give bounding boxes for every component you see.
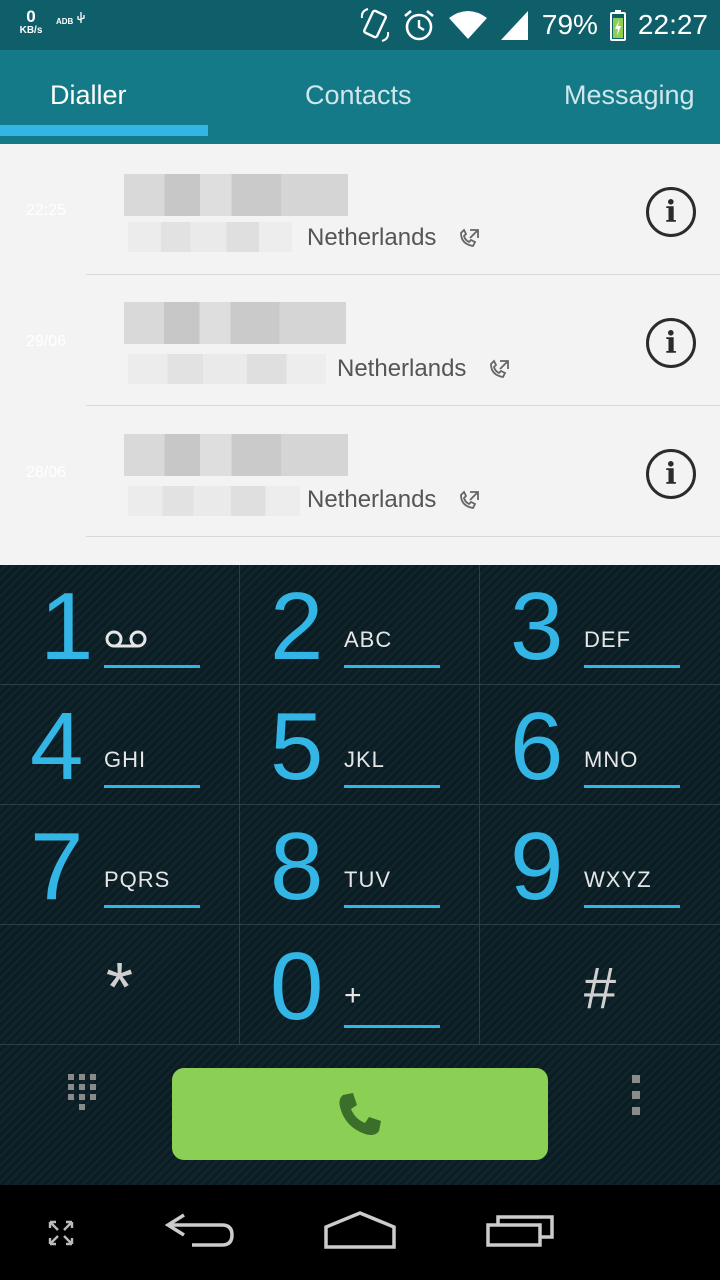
key-letters: PQRS — [104, 867, 171, 892]
call-country: Netherlands — [307, 486, 437, 513]
contact-name-redacted — [124, 174, 348, 216]
key-5[interactable]: 5 JKL — [240, 685, 480, 805]
key-digit: 0 — [270, 933, 324, 1040]
recent-apps-icon[interactable] — [484, 1211, 556, 1249]
info-icon: i — [665, 456, 677, 492]
key-underline — [584, 785, 680, 788]
key-6[interactable]: 6 MNO — [480, 685, 720, 805]
phone-icon — [339, 1093, 381, 1135]
key-letters: MNO — [584, 747, 639, 772]
key-digit: 1 — [40, 573, 94, 680]
key-underline — [104, 905, 200, 908]
signal-icon — [500, 11, 528, 40]
back-icon[interactable] — [164, 1211, 236, 1251]
call-date: 22:25 — [25, 202, 67, 219]
key-digit: 7 — [30, 813, 84, 920]
key-2[interactable]: 2 ABC — [240, 565, 480, 685]
key-underline — [584, 905, 680, 908]
key-letters: WXYZ — [584, 867, 652, 892]
usb-icon — [76, 12, 85, 23]
overflow-menu-icon[interactable] — [630, 1073, 642, 1117]
outgoing-call-icon — [490, 359, 509, 378]
key-4[interactable]: 4 GHI — [0, 685, 240, 805]
call-log-row[interactable]: 22:25 Netherlands i — [0, 144, 720, 275]
alarm-icon — [404, 10, 434, 41]
tab-contacts[interactable]: Contacts — [305, 80, 412, 111]
battery-charging-icon — [609, 10, 626, 41]
key-letters: DEF — [584, 627, 631, 652]
key-digit: 6 — [510, 693, 564, 800]
key-digit: 5 — [270, 693, 324, 800]
outgoing-call-icon — [460, 490, 479, 509]
call-details-button[interactable]: i — [646, 318, 696, 368]
call-country: Netherlands — [307, 224, 437, 251]
key-symbol: # — [583, 956, 617, 1021]
key-digit: 4 — [30, 693, 84, 800]
expand-icon[interactable] — [48, 1220, 74, 1246]
call-date: 29/06 — [25, 333, 67, 350]
key-underline — [104, 665, 200, 668]
call-date: 28/06 — [25, 464, 67, 481]
key-star[interactable]: * — [0, 925, 240, 1045]
call-details-button[interactable]: i — [646, 449, 696, 499]
clock: 22:27 — [637, 9, 708, 40]
key-0[interactable]: 0 + — [240, 925, 480, 1045]
key-digit: 2 — [270, 573, 324, 680]
phone-number-redacted — [128, 354, 326, 384]
outgoing-call-icon — [460, 228, 479, 247]
key-letters: TUV — [344, 867, 391, 892]
key-9[interactable]: 9 WXYZ — [480, 805, 720, 925]
adb-indicator: ADB — [56, 12, 86, 26]
dialpad: 1 2 ABC 3 DEF 4 GHI 5 JKL 6 MNO 7 PQRS 8… — [0, 565, 720, 1185]
navigation-bar — [0, 1185, 720, 1280]
key-underline — [344, 785, 440, 788]
key-underline — [344, 665, 440, 668]
key-8[interactable]: 8 TUV — [240, 805, 480, 925]
wifi-icon — [448, 11, 487, 39]
key-7[interactable]: 7 PQRS — [0, 805, 240, 925]
phone-number-redacted — [128, 222, 292, 252]
key-letters: JKL — [344, 747, 385, 772]
key-underline — [344, 1025, 440, 1028]
call-log-row[interactable]: 29/06 Netherlands i — [0, 275, 720, 406]
tab-indicator — [0, 125, 208, 136]
rotation-icon — [360, 8, 389, 42]
home-icon[interactable] — [322, 1209, 398, 1251]
call-details-button[interactable]: i — [646, 187, 696, 237]
key-letters: ABC — [344, 627, 393, 652]
info-icon: i — [665, 325, 677, 361]
adb-label: ADB — [56, 17, 74, 26]
info-icon: i — [665, 194, 677, 230]
key-1[interactable]: 1 — [0, 565, 240, 685]
row-divider — [86, 536, 720, 537]
key-underline — [344, 905, 440, 908]
key-hash[interactable]: # — [480, 925, 720, 1045]
battery-percent: 79% — [541, 9, 598, 40]
key-digit: 8 — [270, 813, 324, 920]
tab-dialler[interactable]: Dialler — [50, 80, 127, 111]
net-speed-indicator: 0 KB/s — [14, 8, 48, 36]
key-3[interactable]: 3 DEF — [480, 565, 720, 685]
call-log: 22:25 Netherlands i 29/06 Netherlands i … — [0, 144, 720, 565]
phone-number-redacted — [128, 486, 300, 516]
key-symbol: * — [105, 948, 134, 1026]
contact-name-redacted — [124, 302, 346, 344]
call-log-row[interactable]: 28/06 Netherlands i — [0, 406, 720, 537]
key-underline — [584, 665, 680, 668]
voicemail-icon — [105, 630, 147, 648]
key-digit: 9 — [510, 813, 564, 920]
tab-messaging[interactable]: Messaging — [564, 80, 695, 111]
contact-name-redacted — [124, 434, 348, 476]
call-button[interactable] — [172, 1068, 548, 1160]
dialpad-toggle-icon[interactable] — [66, 1072, 100, 1112]
call-country: Netherlands — [337, 355, 467, 382]
dialpad-action-row — [0, 1045, 720, 1185]
net-speed-value: 0 — [26, 7, 36, 26]
key-letters: + — [344, 979, 363, 1012]
key-digit: 3 — [510, 573, 564, 680]
net-speed-unit: KB/s — [19, 25, 43, 36]
status-bar: 0 KB/s ADB 79% 22:27 — [0, 0, 720, 50]
key-letters: GHI — [104, 747, 147, 772]
key-underline — [104, 785, 200, 788]
